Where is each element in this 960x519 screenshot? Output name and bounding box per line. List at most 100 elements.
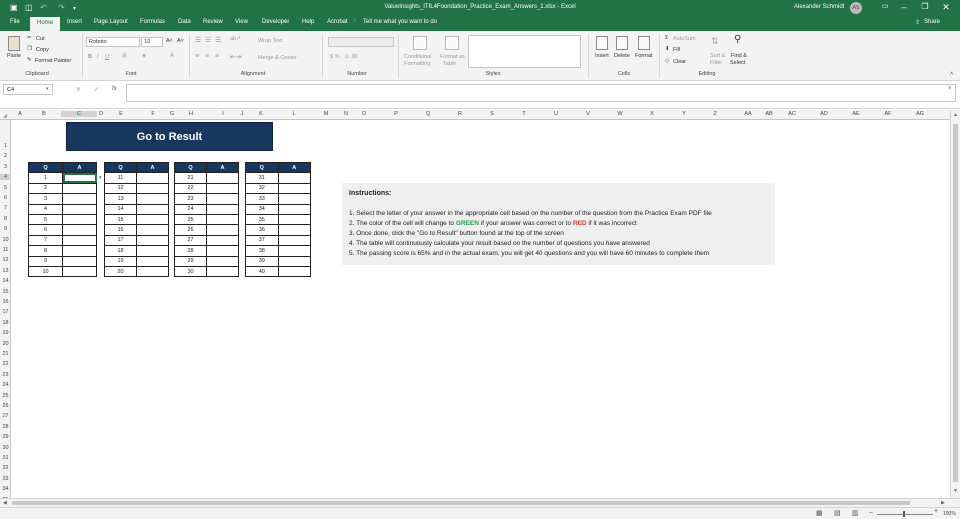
column-header-k[interactable]: K [245, 111, 277, 117]
close-icon[interactable]: ✕ [939, 2, 953, 13]
answer-cell[interactable] [136, 182, 169, 195]
cut-icon[interactable]: ✂ [27, 35, 32, 41]
scroll-left-icon[interactable]: ◀ [3, 500, 7, 506]
delete-cells-button[interactable]: Delete [614, 53, 630, 59]
answer-cell[interactable] [206, 213, 239, 226]
page-layout-view-icon[interactable]: ▤ [834, 509, 841, 517]
copy-icon[interactable]: ❐ [27, 46, 32, 52]
row-header[interactable]: 16 [0, 299, 11, 305]
zoom-in-icon[interactable]: + [934, 508, 938, 515]
number-format-select[interactable] [328, 37, 394, 47]
column-header-p[interactable]: P [380, 111, 412, 117]
normal-view-icon[interactable]: ▦ [816, 509, 823, 517]
delete-cells-icon[interactable] [616, 36, 628, 50]
page-break-view-icon[interactable]: ▥ [852, 509, 859, 517]
answer-cell[interactable] [277, 203, 311, 215]
format-as-table-button[interactable]: Format as [440, 54, 465, 60]
row-header[interactable]: 4 [0, 174, 11, 181]
answer-cell[interactable] [62, 265, 97, 278]
answer-cell[interactable] [206, 265, 239, 278]
avatar[interactable]: AS [850, 2, 862, 14]
cut-button[interactable]: Cut [36, 36, 45, 42]
row-header[interactable]: 32 [0, 465, 11, 471]
row-header[interactable]: 34 [0, 486, 11, 492]
column-header-x[interactable]: X [636, 111, 668, 117]
row-header[interactable]: 12 [0, 257, 11, 263]
column-header-aa[interactable]: AA [736, 111, 760, 117]
row-header[interactable]: 31 [0, 455, 11, 461]
share-button[interactable]: Share [924, 19, 940, 25]
insert-cells-icon[interactable] [596, 36, 608, 50]
paste-button[interactable]: Paste [7, 53, 21, 59]
align-top-icon[interactable]: ☰ [195, 36, 201, 44]
align-right-icon[interactable]: ≡ [215, 53, 219, 60]
scroll-down-icon[interactable]: ▼ [953, 488, 958, 494]
bold-icon[interactable]: B [88, 54, 92, 60]
row-header[interactable]: 27 [0, 413, 11, 419]
enter-icon[interactable]: ✓ [94, 86, 99, 93]
zoom-out-icon[interactable]: – [869, 509, 873, 516]
restore-icon[interactable]: ❐ [918, 2, 932, 11]
fill-color-icon[interactable]: ◈ [142, 53, 146, 59]
tab-developer[interactable]: Developer [262, 19, 289, 25]
align-left-icon[interactable]: ≡ [195, 53, 199, 60]
fill-icon[interactable]: ⬇ [665, 46, 670, 52]
zoom-level[interactable]: 100% [943, 511, 956, 517]
answer-cell[interactable] [62, 172, 97, 184]
answer-cell[interactable] [62, 203, 97, 215]
row-header[interactable]: 20 [0, 341, 11, 347]
row-header[interactable]: 13 [0, 268, 11, 274]
row-header[interactable]: 19 [0, 330, 11, 336]
column-header-i[interactable]: I [207, 111, 239, 117]
sort-filter-icon[interactable]: ⇅ [711, 36, 719, 47]
column-header-e[interactable]: E [105, 111, 137, 117]
answer-cell[interactable] [136, 255, 169, 267]
currency-icon[interactable]: $ % , .0 .00 [330, 54, 358, 60]
column-header-ag[interactable]: AG [904, 111, 936, 117]
answer-cell[interactable] [136, 224, 169, 236]
paste-icon[interactable] [8, 36, 20, 51]
font-size-select[interactable]: 10 [141, 37, 163, 47]
row-header[interactable]: 21 [0, 351, 11, 357]
orientation-icon[interactable]: ab↗ [230, 36, 241, 42]
answer-cell[interactable] [277, 234, 311, 247]
column-header-c[interactable]: C [61, 111, 97, 117]
autosum-button[interactable]: AutoSum [673, 36, 696, 42]
column-header-n[interactable]: N [336, 111, 356, 117]
answer-cell[interactable] [62, 193, 97, 205]
answer-cell[interactable] [136, 193, 169, 205]
column-header-ad[interactable]: AD [808, 111, 840, 117]
column-header-ae[interactable]: AE [840, 111, 872, 117]
answer-cell[interactable] [277, 193, 311, 205]
column-header-d[interactable]: D [97, 111, 105, 117]
clear-button[interactable]: Clear [673, 59, 686, 65]
column-header-ac[interactable]: AC [776, 111, 808, 117]
clear-icon[interactable]: ◇ [665, 58, 669, 64]
row-header[interactable]: 30 [0, 445, 11, 451]
cancel-icon[interactable]: ✕ [76, 86, 81, 93]
tab-formulas[interactable]: Formulas [140, 19, 165, 25]
zoom-slider-thumb[interactable] [903, 511, 905, 517]
column-header-o[interactable]: O [356, 111, 372, 117]
tab-page-layout[interactable]: Page Layout [94, 19, 128, 25]
answer-cell[interactable] [277, 245, 311, 257]
go-to-result-button[interactable]: Go to Result [66, 122, 273, 151]
format-cells-button[interactable]: Format [635, 53, 652, 59]
row-header[interactable]: 33 [0, 476, 11, 482]
italic-icon[interactable]: I [97, 54, 99, 60]
vertical-scroll-thumb[interactable] [953, 124, 958, 482]
tab-data[interactable]: Data [178, 19, 191, 25]
row-header[interactable]: 18 [0, 320, 11, 326]
row-header[interactable]: 17 [0, 309, 11, 315]
row-header[interactable]: 10 [0, 237, 11, 243]
row-header[interactable]: 26 [0, 403, 11, 409]
row-header[interactable]: 14 [0, 278, 11, 284]
ribbon-display-icon[interactable]: ▭ [878, 2, 892, 10]
align-center-icon[interactable]: ≡ [205, 53, 209, 60]
row-header[interactable]: 6 [0, 195, 11, 201]
column-header-h[interactable]: H [175, 111, 207, 117]
column-header-u[interactable]: U [540, 111, 572, 117]
column-header-f[interactable]: F [137, 111, 169, 117]
collapse-ribbon-icon[interactable]: ˄ [950, 71, 953, 77]
answer-cell[interactable] [62, 213, 97, 226]
